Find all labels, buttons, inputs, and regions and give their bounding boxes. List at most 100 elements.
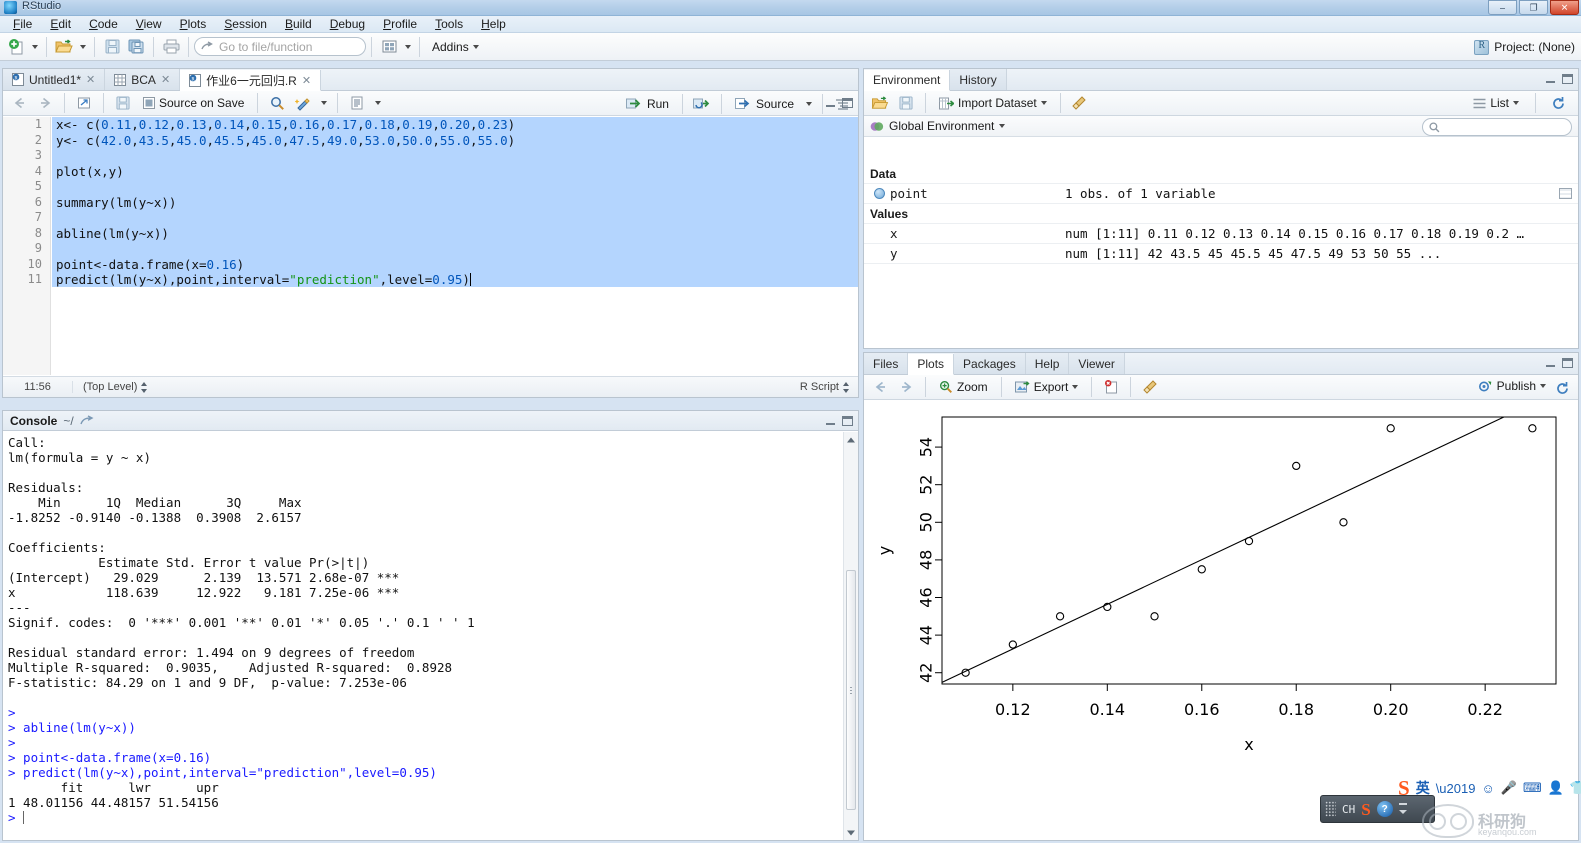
maximize-pane-icon[interactable] [1561, 73, 1574, 85]
clear-objects-button[interactable] [1068, 92, 1092, 114]
tab-plots[interactable]: Plots [908, 354, 954, 375]
menu-tools[interactable]: Tools [426, 16, 472, 33]
plots-window-controls[interactable] [1544, 357, 1574, 369]
print-button[interactable] [159, 36, 183, 58]
goto-file-input[interactable]: Go to file/function [194, 37, 366, 56]
load-workspace-button[interactable] [868, 92, 892, 114]
code-line[interactable]: x<- c(0.11,0.12,0.13,0.14,0.15,0.16,0.17… [52, 117, 858, 133]
minimize-pane-icon[interactable] [1544, 357, 1557, 369]
environment-window-controls[interactable] [1544, 73, 1574, 85]
plot-output[interactable]: 0.120.140.160.180.200.2242444648505254xy [864, 401, 1578, 840]
source-dropdown[interactable] [802, 93, 815, 115]
tab-help[interactable]: Help [1026, 353, 1070, 374]
source-save-button[interactable] [111, 92, 135, 114]
source-tab-1[interactable]: BCA✕ [105, 69, 180, 90]
ime-mode-label[interactable]: CH [1342, 803, 1355, 816]
view-mode-selector[interactable]: List [1467, 93, 1525, 113]
source-tab-0[interactable]: RUntitled1*✕ [3, 69, 105, 90]
keyboard-icon[interactable]: ⌨ [1523, 780, 1542, 796]
close-button[interactable]: ✕ [1550, 0, 1579, 15]
code-line[interactable]: abline(lm(y~x)) [52, 226, 858, 242]
maximize-pane-icon[interactable] [841, 415, 854, 427]
environment-object-name[interactable]: x [864, 226, 1059, 241]
publish-button[interactable]: Publish [1474, 377, 1550, 395]
code-line[interactable] [52, 148, 858, 164]
console-scrollbar[interactable] [843, 432, 858, 840]
view-dataframe-icon[interactable] [1559, 188, 1572, 199]
save-all-button[interactable] [124, 36, 148, 58]
zoom-plot-button[interactable]: Zoom [933, 377, 994, 397]
scope-selector[interactable]: (Top Level) [73, 381, 148, 393]
addins-button[interactable]: Addins [425, 36, 486, 58]
menu-edit[interactable]: Edit [41, 16, 80, 33]
pane-layout-button[interactable] [377, 36, 401, 58]
menu-code[interactable]: Code [80, 16, 127, 33]
ime-expand-icon[interactable] [1399, 801, 1407, 817]
ime-status-bar[interactable]: CH S ? [1320, 795, 1435, 823]
code-line[interactable] [52, 210, 858, 226]
emoji-icon[interactable]: ☺ [1481, 781, 1494, 796]
scroll-down-icon[interactable] [844, 825, 858, 840]
expand-icon[interactable] [874, 188, 885, 199]
source-tab-2[interactable]: R作业6一元回归.R✕ [180, 70, 321, 91]
scrollbar-thumb[interactable] [846, 570, 856, 810]
back-button[interactable] [7, 92, 31, 114]
ime-drag-handle[interactable] [1325, 801, 1336, 817]
tab-packages[interactable]: Packages [954, 353, 1026, 374]
environment-object-name[interactable]: point [864, 186, 1059, 201]
menu-help[interactable]: Help [472, 16, 515, 33]
refresh-environment-button[interactable] [1546, 92, 1570, 114]
refresh-plot-button[interactable] [1550, 377, 1574, 399]
menu-profile[interactable]: Profile [374, 16, 426, 33]
user-icon[interactable]: 👤 [1548, 780, 1564, 796]
clear-all-plots-button[interactable] [1138, 376, 1162, 398]
show-in-new-window-button[interactable] [72, 92, 96, 114]
code-line[interactable]: summary(lm(y~x)) [52, 195, 858, 211]
forward-button[interactable] [33, 92, 57, 114]
environment-search-input[interactable] [1422, 118, 1572, 136]
close-tab-icon[interactable]: ✕ [161, 73, 170, 86]
code-line[interactable]: plot(x,y) [52, 164, 858, 180]
window-controls[interactable]: – ❐ ✕ [1488, 0, 1579, 15]
minimize-pane-icon[interactable] [824, 97, 837, 109]
console-output[interactable]: Call:lm(formula = y ~ x) Residuals: Min … [3, 432, 843, 840]
menu-build[interactable]: Build [276, 16, 321, 33]
menu-view[interactable]: View [127, 16, 171, 33]
code-tools-button[interactable] [291, 92, 315, 114]
comma-icon[interactable]: \u2019 [1436, 781, 1476, 796]
minimize-pane-icon[interactable] [824, 415, 837, 427]
close-tab-icon[interactable]: ✕ [302, 74, 311, 87]
scroll-up-icon[interactable] [844, 432, 858, 447]
next-plot-button[interactable] [894, 376, 918, 398]
menu-plots[interactable]: Plots [171, 16, 216, 33]
pane-layout-dropdown[interactable] [401, 36, 414, 58]
environment-row[interactable]: xnum [1:11] 0.11 0.12 0.13 0.14 0.15 0.1… [864, 224, 1578, 244]
code-line[interactable]: point<-data.frame(x=0.16) [52, 257, 858, 273]
minimize-pane-icon[interactable] [1544, 73, 1557, 85]
save-workspace-button[interactable] [894, 92, 918, 114]
open-file-dropdown[interactable] [76, 36, 89, 58]
find-button[interactable] [265, 92, 289, 114]
code-editor[interactable]: 1234567891011 x<- c(0.11,0.12,0.13,0.14,… [3, 117, 858, 375]
remove-plot-button[interactable] [1099, 376, 1123, 398]
shirt-icon[interactable]: 👕 [1570, 780, 1581, 796]
run-button[interactable]: Run [620, 94, 675, 114]
maximize-pane-icon[interactable] [1561, 357, 1574, 369]
code-tools-dropdown[interactable] [317, 92, 330, 114]
source-button[interactable]: Source [729, 94, 800, 114]
code-line[interactable] [52, 179, 858, 195]
previous-plot-button[interactable] [868, 376, 892, 398]
menu-file[interactable]: File [4, 16, 41, 33]
save-button[interactable] [100, 36, 124, 58]
rerun-button[interactable] [690, 93, 714, 115]
environment-row[interactable]: ynum [1:11] 42 43.5 45 45.5 45 47.5 49 5… [864, 244, 1578, 264]
code-line[interactable]: predict(lm(y~x),point,interval="predicti… [52, 272, 858, 288]
compile-report-button[interactable] [345, 92, 369, 114]
new-file-button[interactable] [4, 36, 28, 58]
mic-icon[interactable]: 🎤 [1501, 780, 1517, 796]
export-plot-button[interactable]: Export [1009, 377, 1085, 397]
close-tab-icon[interactable]: ✕ [86, 73, 95, 86]
console-window-controls[interactable] [824, 415, 854, 427]
doc-type-selector[interactable]: R Script [800, 381, 858, 393]
new-file-dropdown[interactable] [28, 36, 41, 58]
